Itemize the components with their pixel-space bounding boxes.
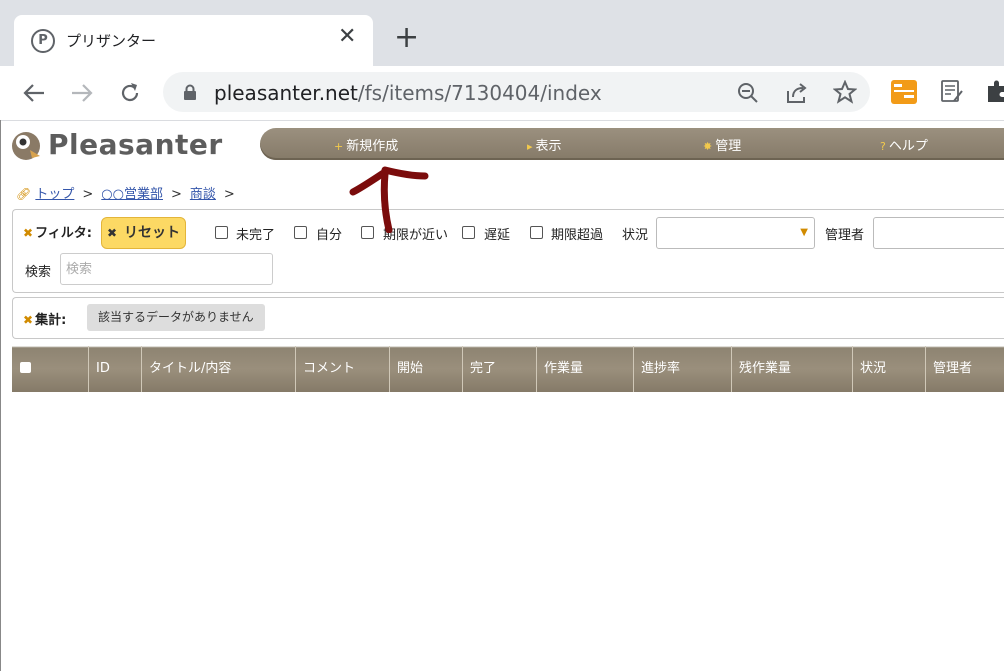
search-input[interactable]: [60, 253, 273, 285]
incomplete-checkbox-label[interactable]: 未完了: [236, 224, 275, 243]
select-all-checkbox[interactable]: [20, 361, 31, 373]
grid-column-header[interactable]: 管理者: [926, 346, 1004, 392]
reload-icon[interactable]: [118, 81, 142, 105]
browser-tab-strip: P プリザンター ✕ +: [0, 0, 1004, 67]
menu-manage-label: 管理: [715, 139, 742, 154]
pleasanter-logo-text[interactable]: Pleasanter: [48, 128, 223, 161]
filter-panel: ✖ フィルタ: ✖ リセット 未完了 自分 期限が近い 遅延 期限超過 状況 ▼ …: [12, 209, 1004, 293]
url-text[interactable]: pleasanter.net/fs/items/7130404/index: [214, 81, 602, 105]
filter-label-text: フィルタ:: [35, 226, 93, 241]
status-filter-select[interactable]: ▼: [656, 217, 815, 249]
back-arrow-icon[interactable]: [22, 82, 46, 104]
lock-icon[interactable]: [183, 84, 197, 100]
grid-column-header[interactable]: タイトル/内容: [142, 346, 296, 392]
zoom-out-icon[interactable]: [737, 82, 759, 104]
aggregation-label[interactable]: ✖ 集計:: [23, 309, 66, 328]
breadcrumb-separator: >: [82, 187, 94, 202]
grid-column-header[interactable]: 状況: [853, 346, 926, 392]
bookmark-star-icon[interactable]: [833, 80, 857, 104]
menu-view[interactable]: ▸ 表示: [527, 135, 562, 154]
menu-help-label: ヘルプ: [888, 139, 928, 154]
overdue-checkbox-label[interactable]: 期限超過: [551, 224, 603, 243]
url-host: pleasanter.net: [214, 81, 358, 105]
breadcrumb-deals[interactable]: 商談: [190, 187, 216, 202]
manager-filter-select[interactable]: [873, 217, 1004, 249]
tab-close-icon[interactable]: ✕: [338, 24, 356, 49]
browser-tab[interactable]: P プリザンター ✕: [14, 15, 373, 67]
self-checkbox[interactable]: [294, 226, 307, 239]
grid-column-header[interactable]: 進捗率: [634, 346, 732, 392]
menu-manage[interactable]: ✸ 管理: [703, 135, 741, 154]
grid-column-header[interactable]: 作業量: [537, 346, 634, 392]
forward-arrow-icon[interactable]: [70, 82, 94, 104]
breadcrumb-sales-dept[interactable]: ○○営業部: [101, 187, 163, 202]
address-bar[interactable]: pleasanter.net/fs/items/7130404/index: [163, 72, 870, 112]
breadcrumb: 🔗︎ トップ > ○○営業部 > 商談 >: [16, 183, 243, 202]
manager-filter-label: 管理者: [825, 228, 865, 243]
breadcrumb-top[interactable]: トップ: [35, 187, 74, 202]
grid-column-header[interactable]: 完了: [463, 346, 537, 392]
reset-x-icon: ✖: [107, 226, 118, 240]
grid-header: ID タイトル/内容 コメント 開始 完了 作業量 進捗率 残作業量 状況 管理…: [12, 346, 1004, 392]
browser-toolbar: pleasanter.net/fs/items/7130404/index: [0, 66, 1004, 121]
breadcrumb-separator: >: [170, 187, 182, 202]
status-filter-label: 状況: [622, 228, 649, 243]
smasurf-extension-icon[interactable]: [890, 79, 918, 105]
grid-column-header[interactable]: 残作業量: [732, 346, 853, 392]
plus-icon: +: [334, 140, 344, 153]
collapse-x-icon: ✖: [23, 313, 34, 327]
annotation-arrow-icon: [349, 166, 429, 233]
aggregation-label-text: 集計:: [35, 313, 67, 328]
grid-column-header[interactable]: 開始: [390, 346, 463, 392]
gear-icon: ✸: [703, 140, 713, 153]
overdue-checkbox[interactable]: [530, 226, 543, 239]
link-icon: 🔗︎: [16, 187, 32, 201]
main-menu-bar: + 新規作成 ▸ 表示 ✸ 管理 ? ヘルプ: [260, 128, 1004, 160]
dropdown-caret-icon: ▼: [800, 227, 808, 238]
grid-column-header[interactable]: ID: [89, 346, 142, 392]
new-tab-icon[interactable]: +: [394, 23, 419, 53]
delayed-checkbox[interactable]: [462, 226, 475, 239]
pleasanter-logo-icon[interactable]: [10, 128, 44, 162]
reset-button[interactable]: ✖ リセット: [101, 217, 186, 249]
self-checkbox-label[interactable]: 自分: [316, 224, 342, 243]
collapse-x-icon: ✖: [23, 226, 34, 240]
question-icon: ?: [880, 140, 886, 153]
triangle-right-icon: ▸: [527, 140, 533, 153]
grid-select-all[interactable]: [12, 346, 89, 392]
incomplete-checkbox[interactable]: [215, 226, 228, 239]
grid-column-header[interactable]: コメント: [296, 346, 390, 392]
note-extension-icon[interactable]: [940, 79, 964, 105]
menu-view-label: 表示: [535, 139, 562, 154]
tab-title: プリザンター: [66, 32, 157, 50]
breadcrumb-separator: >: [223, 187, 235, 202]
pleasanter-favicon-icon: P: [31, 29, 55, 53]
window-left-border: [0, 120, 1, 671]
share-icon[interactable]: [785, 81, 809, 105]
reset-button-label: リセット: [123, 225, 180, 241]
no-data-badge: 該当するデータがありません: [87, 304, 265, 331]
filter-label[interactable]: ✖ フィルタ:: [23, 222, 92, 241]
url-path: /fs/items/7130404/index: [357, 81, 602, 105]
menu-help[interactable]: ? ヘルプ: [880, 135, 928, 154]
menu-new-item-label: 新規作成: [346, 139, 399, 154]
menu-new-item[interactable]: + 新規作成: [334, 135, 398, 154]
delayed-checkbox-label[interactable]: 遅延: [484, 224, 510, 243]
search-label: 検索: [25, 265, 52, 280]
aggregation-panel: ✖ 集計: 該当するデータがありません: [12, 297, 1004, 339]
extensions-puzzle-icon[interactable]: [986, 80, 1004, 104]
